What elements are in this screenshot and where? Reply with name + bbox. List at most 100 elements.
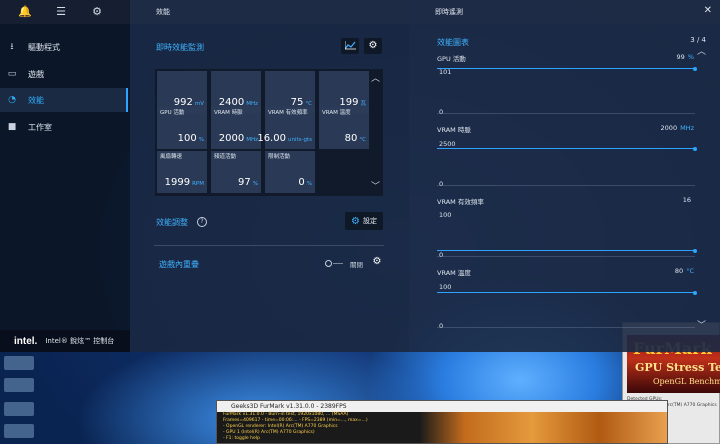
metrics-tiles: 992 mV 2400 MHz 75 °C 199 瓦 ︿ GPU 活動 100% VR… xyxy=(155,69,383,196)
gear-icon[interactable]: ⚙ xyxy=(368,254,386,270)
page-indicator: 3 / 4 xyxy=(690,36,706,44)
sidebar-item-performance[interactable]: ◔ 效能 xyxy=(0,88,128,112)
metric-value: 16 xyxy=(682,196,691,204)
brand-footer: intel. Intel® 銳炫™ 控制台 xyxy=(0,330,130,352)
desktop-shortcut[interactable] xyxy=(4,424,34,438)
metric-value: 80 °C xyxy=(674,267,694,275)
tile-value: 100% xyxy=(177,133,204,144)
sidebar-item-label: 工作室 xyxy=(28,122,52,132)
gear-icon: ⚙ xyxy=(351,215,360,227)
close-icon[interactable]: ✕ xyxy=(704,5,712,16)
axis-min: 0 xyxy=(439,108,444,116)
window-title: Geeks3D FurMark v1.31.0.0 - 2389FPS xyxy=(217,401,667,412)
telemetry-title: 即時遙測 xyxy=(435,8,463,16)
gamepad-icon: ▭ xyxy=(7,69,17,79)
axis-max: 2500 xyxy=(439,140,456,148)
banner-subtitle: GPU Stress Test xyxy=(635,361,720,374)
panel-title: 效能 xyxy=(156,8,170,16)
telemetry-panel: 即時遙測 ✕ 效能圖表 3 / 4 ︿ GPU 活動 99% 101 0 VRA… xyxy=(409,0,720,352)
axis-max: 101 xyxy=(439,68,452,76)
axis-min: 0 xyxy=(439,180,444,188)
chart-baseline xyxy=(437,256,695,257)
metric-value: 99% xyxy=(676,53,694,61)
tile-vram-temp: VRAM 溫度 80 °C xyxy=(319,107,369,149)
sidebar-item-label: 驅動程式 xyxy=(28,42,60,52)
help-icon[interactable]: ? xyxy=(197,217,207,227)
tile-limit-activity: 限制活動 0% xyxy=(265,151,315,193)
chart-baseline xyxy=(437,327,695,328)
overlay-title: 遊戲內重疊 xyxy=(159,260,199,269)
vram-temp-series xyxy=(437,290,697,295)
panel-header: 效能 xyxy=(130,0,409,24)
download-icon: ⭳ xyxy=(10,42,14,52)
tuning-title: 效能調整 xyxy=(156,218,188,227)
tile-channel-activity: 頻道活動 97% xyxy=(211,151,261,193)
vram-effective-series xyxy=(437,248,697,253)
metric-label: VRAM 有效頻率 xyxy=(437,198,484,206)
axis-max: 100 xyxy=(439,283,452,291)
charts-title: 效能圖表 xyxy=(437,38,469,47)
sidebar-toolbar: 🔔 ☰ ⚙ xyxy=(0,0,130,24)
tile-label: 風扇轉速 xyxy=(160,154,183,160)
desktop-shortcut[interactable] xyxy=(4,356,34,370)
metric-label: VRAM 溫度 xyxy=(437,269,471,277)
metric-label: VRAM 時脈 xyxy=(437,126,471,134)
settings-button[interactable]: ⚙ 設定 xyxy=(345,212,383,230)
chevron-up-icon[interactable]: ︿ xyxy=(697,44,706,57)
sidebar-item-studio[interactable]: ■ 工作室 xyxy=(0,115,128,139)
furmark-render-window[interactable]: Geeks3D FurMark v1.31.0.0 - 2389FPS FurM… xyxy=(216,400,668,444)
tile-label: VRAM 有效頻率 xyxy=(268,110,308,116)
intel-logo: intel. xyxy=(14,335,38,347)
telemetry-header: 即時遙測 ✕ xyxy=(409,0,720,24)
sidebar-item-drivers[interactable]: ⭳ 驅動程式 xyxy=(0,35,128,59)
sidebar: 🔔 ☰ ⚙ ⭳ 驅動程式 ▭ 遊戲 ◔ 效能 ■ 工作室 intel. Inte… xyxy=(0,0,130,352)
tile-gpu-activity: GPU 活動 100% xyxy=(157,107,207,149)
desktop-shortcut[interactable] xyxy=(4,402,34,416)
tile-label: 頻道活動 xyxy=(214,154,237,160)
metric-value: 2000 MHz xyxy=(660,124,694,132)
chevron-down-icon[interactable]: ﹀ xyxy=(371,179,380,192)
tile-label: VRAM 溫度 xyxy=(322,110,351,116)
tile-label: 限制活動 xyxy=(268,154,291,160)
product-name: Intel® 銳炫™ 控制台 xyxy=(45,337,115,345)
gear-icon[interactable]: ⚙ xyxy=(364,38,382,54)
tile-vram-effective: VRAM 有效頻率 16.00 units-gts xyxy=(257,107,315,149)
metric-label: GPU 活動 xyxy=(437,55,466,63)
banner-subtitle-2: OpenGL Benchmark xyxy=(653,377,720,386)
vram-clock-series xyxy=(437,146,697,151)
overlay-toggle[interactable] xyxy=(325,260,343,268)
gear-icon[interactable]: ⚙ xyxy=(90,5,104,19)
desktop-shortcut[interactable] xyxy=(4,378,34,392)
gauge-icon: ◔ xyxy=(8,95,16,105)
toggle-label: 關閉 xyxy=(350,261,363,269)
chart-baseline xyxy=(437,113,695,114)
sidebar-item-label: 效能 xyxy=(28,95,44,105)
axis-max: 100 xyxy=(439,211,452,219)
chart-baseline xyxy=(437,185,695,186)
chart-icon[interactable] xyxy=(341,38,359,54)
performance-panel: 效能 即時效能監測 ⚙ 992mV 2400MHz 75°C 199瓦 xyxy=(130,0,409,352)
tile-value: 1999 RPM xyxy=(164,177,204,188)
menu-icon[interactable]: ☰ xyxy=(54,5,68,19)
chevron-down-icon[interactable]: ﹀ xyxy=(697,318,706,331)
axis-min: 0 xyxy=(439,251,444,259)
sidebar-item-games[interactable]: ▭ 遊戲 xyxy=(0,62,128,86)
sidebar-item-label: 遊戲 xyxy=(28,69,44,79)
desktop-icons xyxy=(0,350,40,444)
tile-value: 80 °C xyxy=(344,133,366,144)
tile-value: 97% xyxy=(238,177,258,188)
tile-label: GPU 活動 xyxy=(160,110,185,116)
tile-value: 2000 MHz xyxy=(218,133,258,144)
gpu-activity-series xyxy=(437,66,697,71)
bell-icon[interactable]: 🔔 xyxy=(18,5,32,19)
log-line: - F1: toggle help xyxy=(223,436,260,441)
furmark-render-area: FurMark v1.31.0.0 - Burn-in test, 1920x1… xyxy=(217,412,667,443)
chevron-up-icon[interactable]: ︿ xyxy=(371,71,380,84)
settings-label: 設定 xyxy=(362,217,377,225)
tile-value: 16.00 units-gts xyxy=(257,133,312,144)
axis-min: 0 xyxy=(439,322,444,330)
tile-label: VRAM 時脈 xyxy=(214,110,243,116)
section-title: 即時效能監測 xyxy=(156,43,204,52)
camera-icon: ■ xyxy=(7,122,17,132)
tile-fan-speed: 風扇轉速 1999 RPM xyxy=(157,151,207,193)
